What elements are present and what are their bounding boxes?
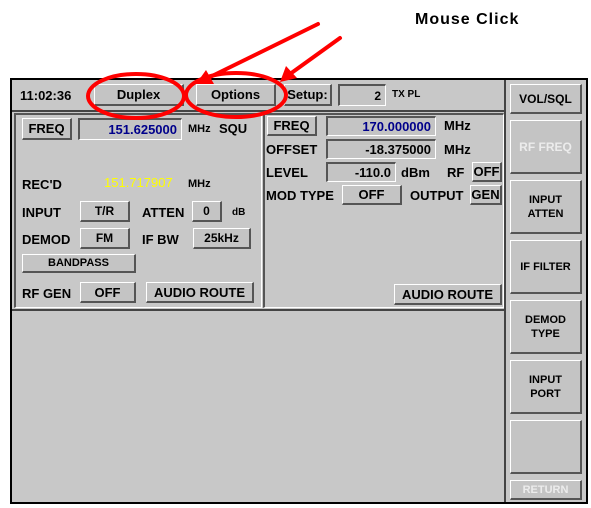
- arrow-to-options-line: [288, 36, 342, 76]
- arrow-to-duplex-line: [206, 22, 320, 80]
- duplex-highlight-circle: [86, 72, 186, 120]
- annotation-overlay: [86, 22, 342, 120]
